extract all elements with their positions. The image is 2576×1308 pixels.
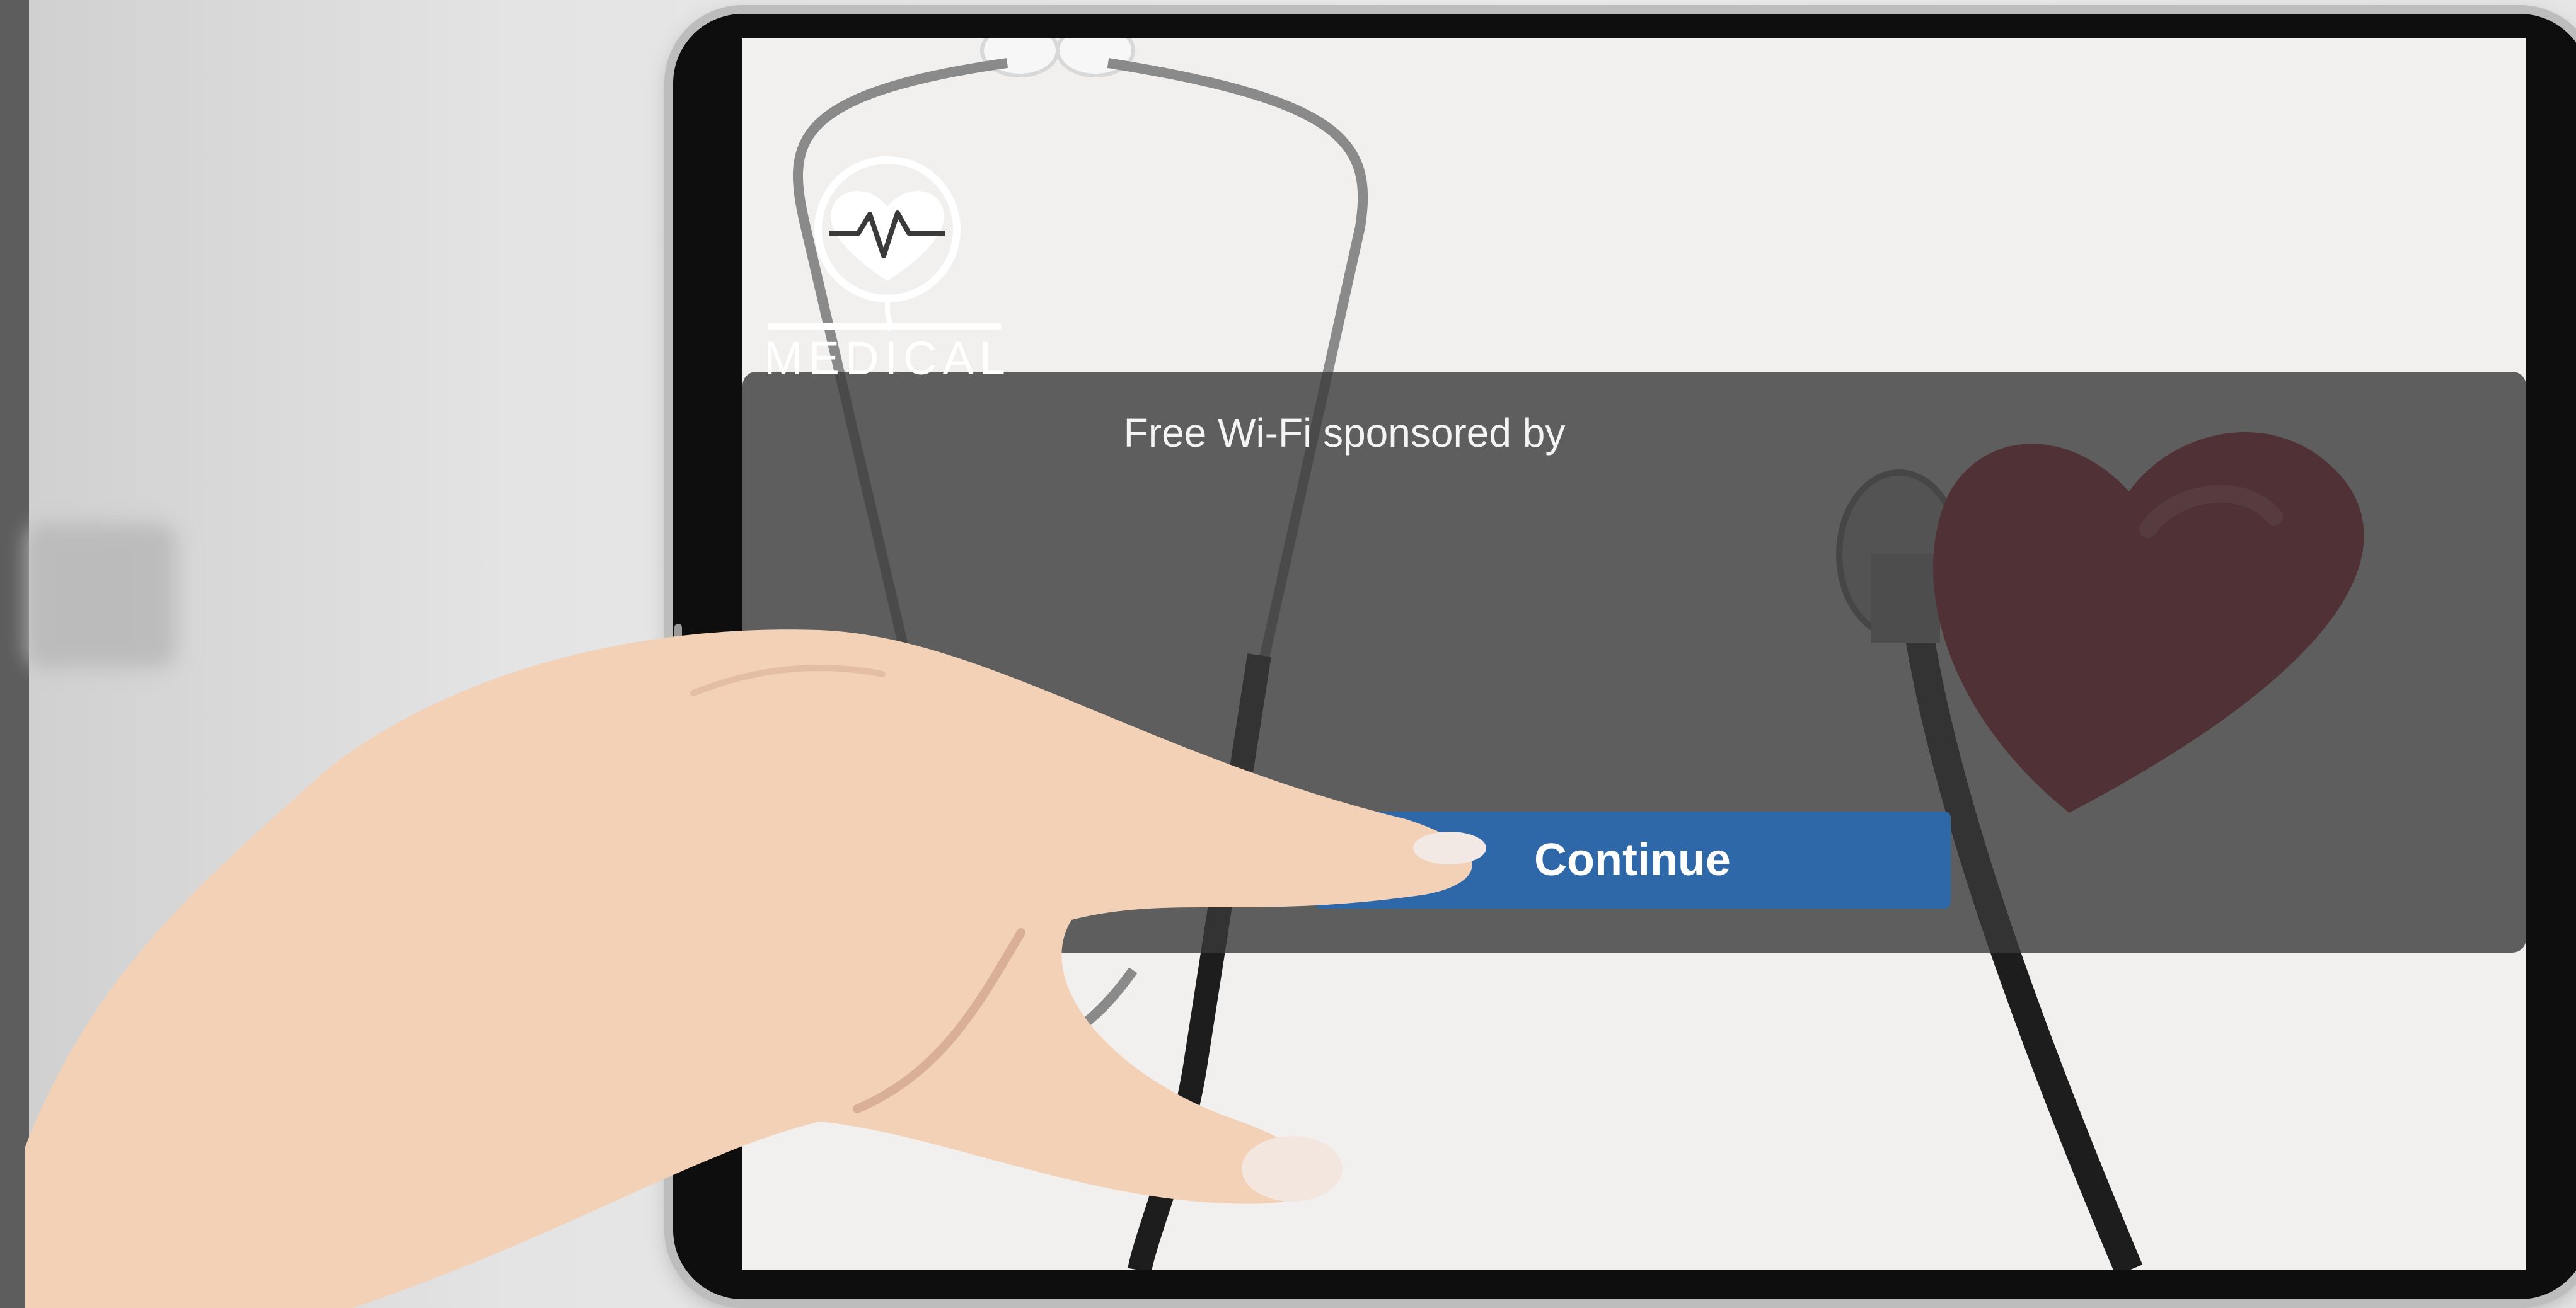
hand-photo xyxy=(25,629,1486,1308)
